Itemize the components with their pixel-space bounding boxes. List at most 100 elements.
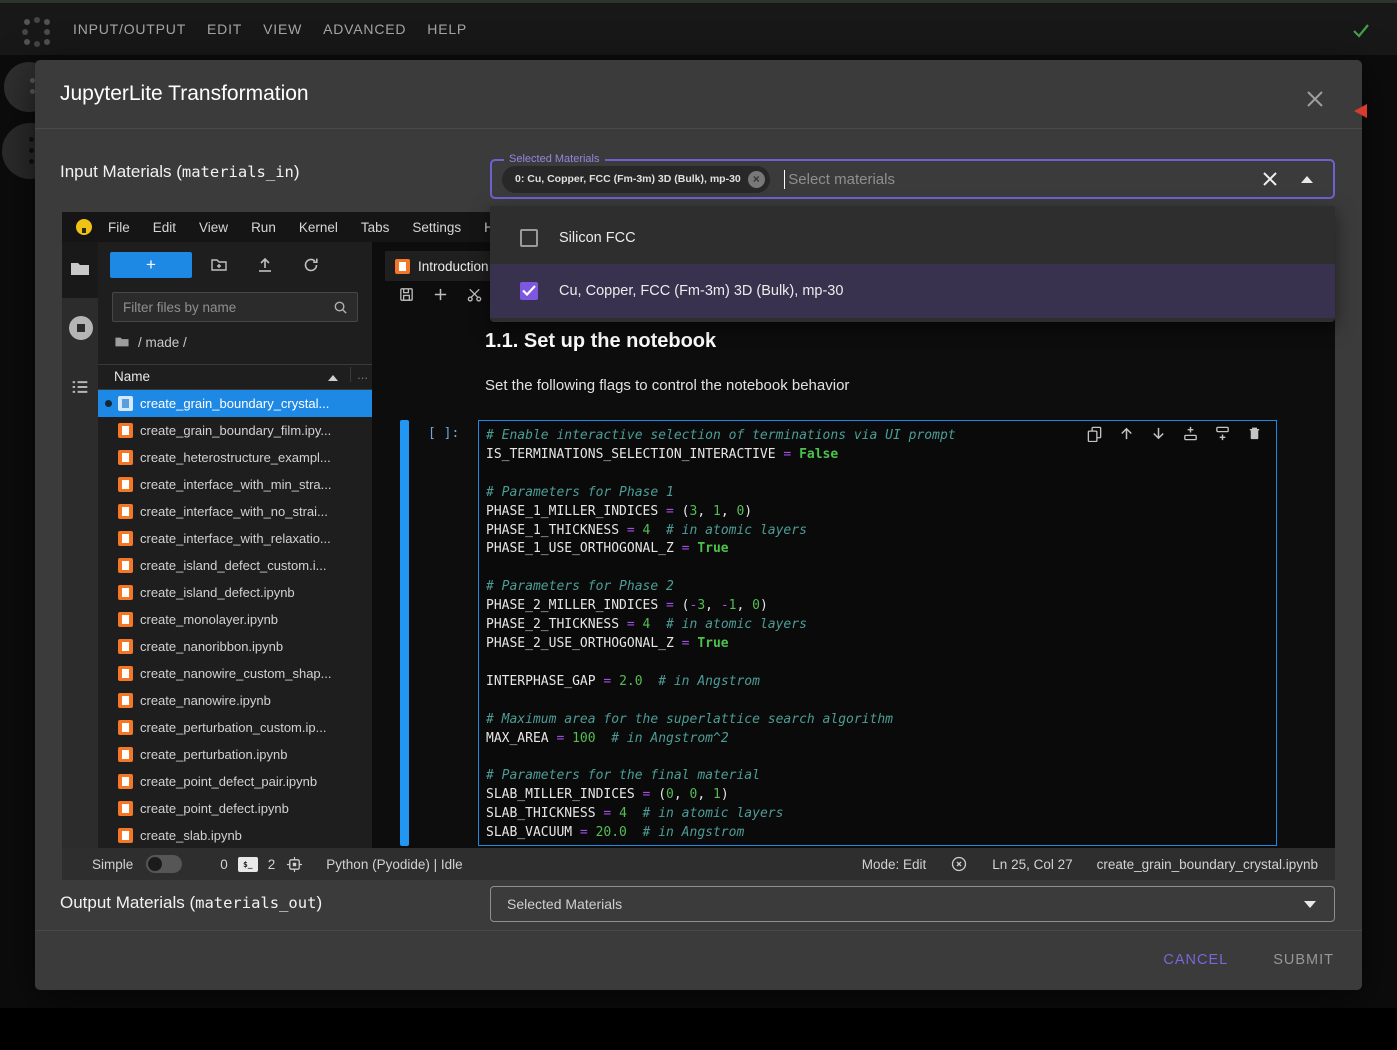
code-line — [486, 465, 1268, 484]
kernel-chip-icon[interactable] — [286, 856, 303, 873]
jp-menu-run[interactable]: Run — [251, 220, 276, 235]
selected-material-chip[interactable]: 0: Cu, Copper, FCC (Fm-3m) 3D (Bulk), mp… — [502, 166, 770, 193]
clear-selection-icon[interactable] — [1261, 170, 1279, 188]
insert-cell-below-icon[interactable] — [1214, 425, 1231, 442]
jp-menu-settings[interactable]: Settings — [412, 220, 461, 235]
checkbox-icon[interactable] — [520, 229, 538, 247]
materials-search-input[interactable] — [788, 171, 1261, 188]
notebook-file-icon — [118, 612, 133, 627]
notebook-file-icon — [118, 828, 133, 843]
notebook-file-icon — [118, 450, 133, 465]
insert-cell-icon[interactable] — [432, 286, 449, 303]
modified-column-header[interactable]: ... — [350, 367, 368, 382]
refresh-icon[interactable] — [302, 256, 320, 274]
output-materials-select[interactable]: Selected Materials — [490, 886, 1335, 922]
materials-multiselect-field[interactable]: Selected Materials 0: Cu, Copper, FCC (F… — [490, 159, 1335, 199]
running-kernels-icon[interactable] — [69, 316, 93, 340]
menu-input-output[interactable]: INPUT/OUTPUT — [73, 2, 186, 57]
sort-ascending-icon[interactable] — [328, 375, 338, 381]
duplicate-cell-icon[interactable] — [1086, 425, 1103, 442]
file-row[interactable]: create_grain_boundary_film.ipy... — [98, 417, 372, 444]
move-cell-down-icon[interactable] — [1150, 425, 1167, 442]
file-row[interactable]: create_interface_with_no_strai... — [98, 498, 372, 525]
jupyter-file-browser: + / made / Name — [98, 242, 372, 848]
file-row[interactable]: create_slab.ipynb — [98, 822, 372, 848]
notebook-heading: 1.1. Set up the notebook — [485, 330, 716, 353]
notebook-file-icon — [118, 531, 133, 546]
file-row[interactable]: create_point_defect_pair.ipynb — [98, 768, 372, 795]
new-launcher-button[interactable]: + — [110, 252, 192, 278]
notebook-file-icon — [118, 639, 133, 654]
jp-menu-kernel[interactable]: Kernel — [299, 220, 338, 235]
checkbox-icon[interactable] — [520, 282, 538, 300]
file-row[interactable]: create_nanoribbon.ipynb — [98, 633, 372, 660]
cut-cells-icon[interactable] — [466, 286, 483, 303]
input-materials-code: materials_in — [182, 163, 294, 181]
cursor-position[interactable]: Ln 25, Col 27 — [992, 857, 1072, 872]
file-row[interactable]: create_heterostructure_exampl... — [98, 444, 372, 471]
notebook-file-icon — [118, 774, 133, 789]
jp-menu-file[interactable]: File — [108, 220, 130, 235]
chevron-up-icon[interactable] — [1301, 176, 1313, 183]
file-label: create_monolayer.ipynb — [140, 612, 278, 627]
file-label: create_grain_boundary_film.ipy... — [140, 423, 331, 438]
folder-icon[interactable] — [114, 334, 130, 350]
kernel-status[interactable]: Python (Pyodide) | Idle — [326, 857, 462, 872]
save-icon[interactable] — [398, 286, 415, 303]
code-line: IS_TERMINATIONS_SELECTION_INTERACTIVE = … — [486, 446, 1268, 465]
breadcrumb-path[interactable]: / made / — [138, 335, 187, 350]
file-row[interactable]: create_nanowire_custom_shap... — [98, 660, 372, 687]
material-option[interactable]: Cu, Copper, FCC (Fm-3m) 3D (Bulk), mp-30 — [490, 264, 1335, 318]
menu-advanced[interactable]: ADVANCED — [323, 2, 406, 57]
simple-mode-toggle[interactable] — [146, 855, 182, 873]
file-browser-icon[interactable] — [69, 258, 91, 280]
notebook-file-icon — [118, 585, 133, 600]
terminal-count: 0 — [220, 857, 228, 872]
table-of-contents-icon[interactable] — [69, 376, 91, 398]
file-filter-input[interactable] — [113, 293, 313, 321]
app-bar: INPUT/OUTPUT EDIT VIEW ADVANCED HELP — [0, 0, 1397, 55]
file-label: create_interface_with_min_stra... — [140, 477, 331, 492]
file-row[interactable]: create_monolayer.ipynb — [98, 606, 372, 633]
name-column-header[interactable]: Name — [114, 369, 150, 384]
code-cell[interactable]: # Enable interactive selection of termin… — [478, 420, 1277, 846]
terminal-icon[interactable]: $_ — [238, 857, 258, 872]
material-option[interactable]: Silicon FCC — [490, 212, 1335, 264]
file-row[interactable]: create_interface_with_relaxatio... — [98, 525, 372, 552]
jp-menu-tabs[interactable]: Tabs — [361, 220, 390, 235]
move-cell-up-icon[interactable] — [1118, 425, 1135, 442]
code-line: SLAB_MILLER_INDICES = (0, 0, 1) — [486, 786, 1268, 805]
upload-icon[interactable] — [256, 256, 274, 274]
cell-collapser[interactable] — [400, 420, 409, 846]
cancel-button[interactable]: CANCEL — [1163, 952, 1228, 968]
close-icon[interactable] — [1304, 88, 1326, 110]
menu-view[interactable]: VIEW — [263, 2, 302, 57]
file-row[interactable]: create_point_defect.ipynb — [98, 795, 372, 822]
jp-menu-edit[interactable]: Edit — [153, 220, 176, 235]
file-row[interactable]: create_grain_boundary_crystal... — [98, 390, 372, 417]
delete-cell-icon[interactable] — [1246, 425, 1263, 442]
file-row[interactable]: create_nanowire.ipynb — [98, 687, 372, 714]
jp-menu-view[interactable]: View — [199, 220, 228, 235]
file-label: create_island_defect.ipynb — [140, 585, 295, 600]
trust-shield-icon[interactable] — [950, 855, 968, 873]
code-line: PHASE_1_USE_ORTHOGONAL_Z = True — [486, 540, 1268, 559]
chip-delete-icon[interactable]: × — [748, 171, 765, 188]
new-folder-icon[interactable] — [210, 256, 228, 274]
file-row[interactable]: create_perturbation.ipynb — [98, 741, 372, 768]
file-row[interactable]: create_island_defect.ipynb — [98, 579, 372, 606]
code-line: PHASE_1_MILLER_INDICES = (3, 1, 0) — [486, 503, 1268, 522]
code-line: SLAB_THICKNESS = 4 # in atomic layers — [486, 805, 1268, 824]
menu-help[interactable]: HELP — [427, 2, 467, 57]
file-row[interactable]: create_perturbation_custom.ip... — [98, 714, 372, 741]
code-line — [486, 654, 1268, 673]
file-row[interactable]: create_island_defect_custom.i... — [98, 552, 372, 579]
jupyter-status-bar: Simple 0 $_ 2 Python (Pyodide) | Idle Mo… — [62, 848, 1335, 880]
insert-cell-above-icon[interactable] — [1182, 425, 1199, 442]
submit-button[interactable]: SUBMIT — [1273, 952, 1334, 968]
file-row[interactable]: create_interface_with_min_stra... — [98, 471, 372, 498]
file-label: create_grain_boundary_crystal... — [140, 396, 329, 411]
menu-edit[interactable]: EDIT — [207, 2, 242, 57]
tab-label: Introduction — [418, 259, 489, 274]
check-icon[interactable] — [1350, 19, 1372, 41]
